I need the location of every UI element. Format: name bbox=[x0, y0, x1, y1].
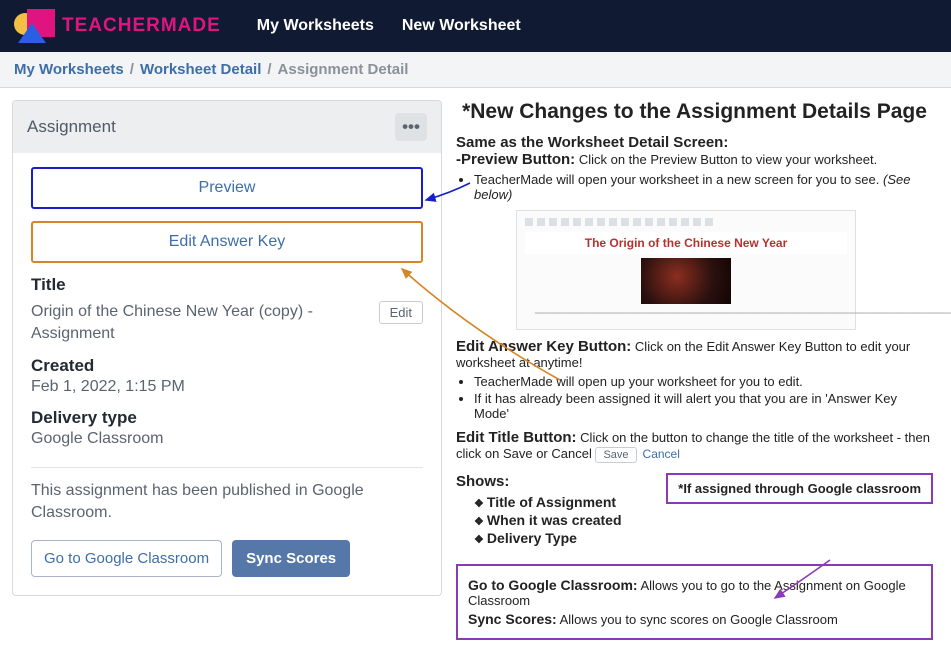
crumb-sep: / bbox=[267, 61, 271, 78]
edit-title-button[interactable]: Edit bbox=[379, 301, 423, 324]
annotations-pane: *New Changes to the Assignment Details P… bbox=[456, 100, 939, 640]
published-note: This assignment has been published in Go… bbox=[31, 480, 423, 525]
annotations-heading: *New Changes to the Assignment Details P… bbox=[456, 100, 933, 124]
edit-answer-key-button[interactable]: Edit Answer Key bbox=[31, 221, 423, 263]
shows-item-3: Delivery Type bbox=[474, 530, 622, 546]
nav-my-worksheets[interactable]: My Worksheets bbox=[257, 17, 374, 35]
mini-doc-title: The Origin of the Chinese New Year bbox=[525, 232, 847, 254]
assignment-panel: Assignment ••• Preview Edit Answer Key T… bbox=[12, 100, 442, 596]
purple-note-box: *If assigned through Google classroom bbox=[666, 473, 933, 504]
crumb-current: Assignment Detail bbox=[278, 61, 409, 78]
crumb-sep: / bbox=[130, 61, 134, 78]
panel-header: Assignment ••• bbox=[13, 101, 441, 153]
created-value: Feb 1, 2022, 1:15 PM bbox=[31, 376, 423, 398]
same-as-heading: Same as the Worksheet Detail Screen: bbox=[456, 134, 933, 151]
go-to-google-classroom-button[interactable]: Go to Google Classroom bbox=[31, 540, 222, 577]
nav-new-worksheet[interactable]: New Worksheet bbox=[402, 17, 521, 35]
crumb-my-worksheets[interactable]: My Worksheets bbox=[14, 61, 124, 78]
edit-ak-bullet-2: If it has already been assigned it will … bbox=[474, 391, 933, 421]
title-value: Origin of the Chinese New Year (copy) - … bbox=[31, 301, 369, 346]
purple-wide-box: Go to Google Classroom: Allows you to go… bbox=[456, 564, 933, 640]
delivery-label: Delivery type bbox=[31, 408, 423, 428]
go-classroom-label: Go to Google Classroom: bbox=[468, 577, 638, 593]
sync-scores-button[interactable]: Sync Scores bbox=[232, 540, 350, 577]
title-label: Title bbox=[31, 275, 423, 295]
sync-scores-label: Sync Scores: bbox=[468, 611, 557, 627]
logo-mark-icon bbox=[14, 9, 56, 43]
ellipsis-icon: ••• bbox=[402, 117, 420, 137]
edit-ak-bullet-1: TeacherMade will open up your worksheet … bbox=[474, 374, 933, 389]
delivery-value: Google Classroom bbox=[31, 428, 423, 450]
mini-cancel-link[interactable]: Cancel bbox=[643, 447, 680, 463]
brand-logo[interactable]: TEACHERMADE bbox=[14, 9, 221, 43]
mini-toolbar-icon bbox=[525, 215, 847, 229]
preview-bullet: TeacherMade will open your worksheet in … bbox=[474, 172, 933, 202]
preview-button[interactable]: Preview bbox=[31, 167, 423, 209]
created-label: Created bbox=[31, 356, 423, 376]
breadcrumb: My Worksheets / Worksheet Detail / Assig… bbox=[0, 52, 951, 88]
mini-doc-image-icon bbox=[641, 258, 731, 304]
mini-doc-paragraph: ▁▁▁▁▁▁▁▁▁▁▁▁▁▁▁▁▁▁▁▁▁▁▁▁▁▁▁▁▁▁▁▁▁▁▁▁▁▁▁▁… bbox=[525, 308, 847, 315]
preview-annotation-label: -Preview Button: bbox=[456, 151, 575, 168]
crumb-worksheet-detail[interactable]: Worksheet Detail bbox=[140, 61, 261, 78]
top-nav: TEACHERMADE My Worksheets New Worksheet bbox=[0, 0, 951, 52]
shows-item-2: When it was created bbox=[474, 512, 622, 528]
brand-text: TEACHERMADE bbox=[62, 15, 221, 37]
mini-screenshot: The Origin of the Chinese New Year ▁▁▁▁▁… bbox=[516, 210, 856, 330]
preview-annotation-text: Click on the Preview Button to view your… bbox=[579, 152, 877, 167]
mini-save-button[interactable]: Save bbox=[595, 447, 636, 463]
edit-ak-annotation-label: Edit Answer Key Button: bbox=[456, 338, 631, 355]
divider bbox=[31, 467, 423, 468]
edit-title-annotation-label: Edit Title Button: bbox=[456, 429, 577, 446]
shows-label: Shows: bbox=[456, 473, 622, 490]
panel-title: Assignment bbox=[27, 117, 116, 137]
shows-item-1: Title of Assignment bbox=[474, 494, 622, 510]
more-menu-button[interactable]: ••• bbox=[395, 113, 427, 141]
sync-scores-text: Allows you to sync scores on Google Clas… bbox=[560, 612, 838, 627]
